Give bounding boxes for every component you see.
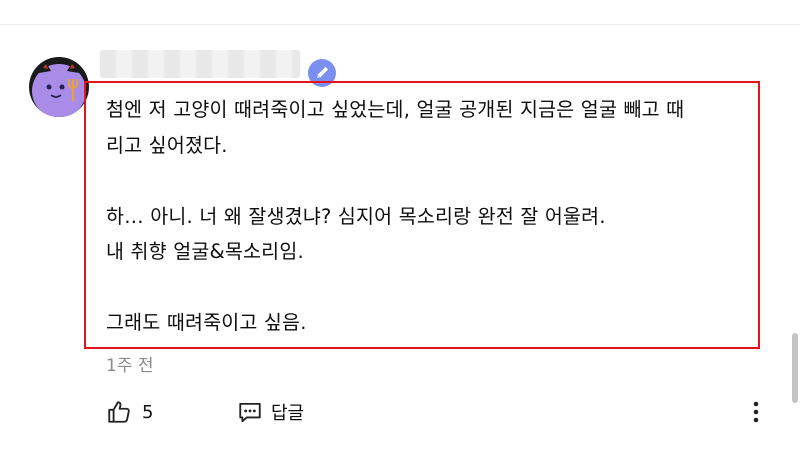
top-divider [0, 24, 800, 25]
scrollbar-thumb[interactable] [792, 333, 798, 403]
reply-button[interactable]: 답글 [237, 397, 304, 427]
vertical-dots-icon [753, 401, 759, 423]
avatar[interactable] [29, 57, 89, 117]
comment-bubble-icon [239, 402, 261, 423]
comment-timestamp: 1주 전 [106, 356, 154, 376]
like-button[interactable]: 5 [106, 397, 153, 427]
author-name-redacted[interactable] [100, 50, 300, 78]
highlight-box [84, 81, 760, 349]
like-count: 5 [142, 401, 154, 423]
more-options-button[interactable] [744, 397, 768, 427]
cat-avatar-icon [29, 57, 89, 117]
thumbs-up-icon [108, 401, 130, 423]
reply-label: 답글 [271, 403, 305, 424]
